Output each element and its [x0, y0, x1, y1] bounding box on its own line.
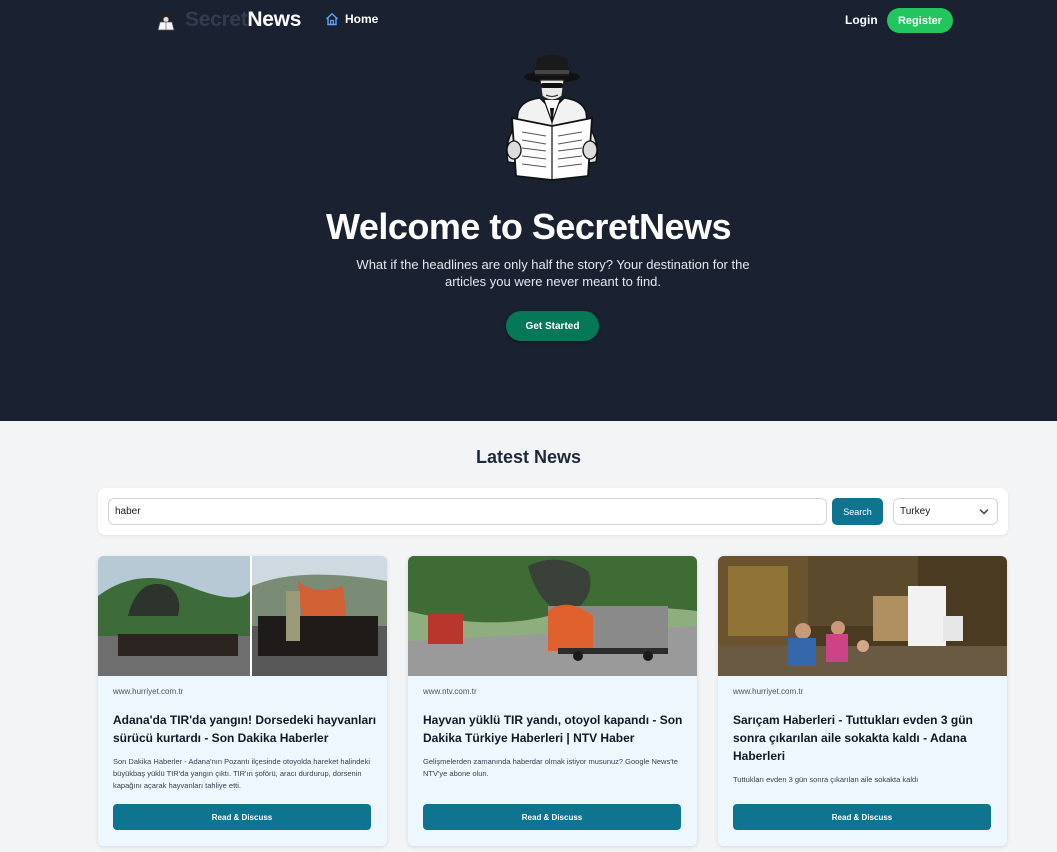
news-thumbnail-image	[98, 556, 387, 676]
spy-newspaper-illustration	[506, 55, 598, 181]
login-link[interactable]: Login	[845, 13, 878, 27]
news-title[interactable]: Sarıçam Haberleri - Tuttukları evden 3 g…	[733, 711, 998, 765]
spy-logo-icon	[157, 13, 175, 31]
home-icon	[326, 13, 338, 26]
news-card-body: www.hurriyet.com.tr Adana'da TIR'da yang…	[98, 676, 387, 846]
hero-section: SecretNews Home Login Register Welcome t…	[0, 0, 1057, 421]
news-card-body: www.hurriyet.com.tr Sarıçam Haberleri - …	[718, 676, 1007, 846]
brand-name-news: News	[247, 8, 302, 31]
news-source: www.ntv.com.tr	[423, 687, 477, 696]
nav-home-link[interactable]: Home	[325, 12, 378, 26]
search-button[interactable]: Search	[832, 498, 883, 525]
news-title[interactable]: Hayvan yüklü TIR yandı, otoyol kapandı -…	[423, 711, 688, 747]
search-bar: Search Turkey	[98, 488, 1008, 535]
news-card: www.hurriyet.com.tr Adana'da TIR'da yang…	[98, 556, 387, 846]
search-input[interactable]	[108, 498, 827, 525]
nav-home-label: Home	[345, 12, 379, 26]
latest-news-heading: Latest News	[475, 447, 582, 467]
country-select[interactable]: Turkey	[893, 498, 998, 525]
read-discuss-button[interactable]: Read & Discuss	[423, 804, 681, 830]
news-source: www.hurriyet.com.tr	[113, 687, 184, 696]
news-title[interactable]: Adana'da TIR'da yangın! Dorsedeki hayvan…	[113, 711, 378, 747]
news-card-body: www.ntv.com.tr Hayvan yüklü TIR yandı, o…	[408, 676, 697, 846]
top-navbar: SecretNews Home Login Register	[0, 0, 1057, 42]
hero-title: Welcome to SecretNews	[326, 206, 732, 247]
read-discuss-button[interactable]: Read & Discuss	[113, 804, 371, 830]
brand-name-secret: Secret	[185, 8, 248, 31]
news-source: www.hurriyet.com.tr	[733, 687, 804, 696]
brand-logo-link[interactable]: SecretNews	[155, 8, 301, 32]
read-discuss-button[interactable]: Read & Discuss	[733, 804, 991, 830]
chevron-down-icon	[979, 509, 989, 515]
country-select-value: Turkey	[900, 506, 931, 517]
news-description: Gelişmelerden zamanında haberdar olmak i…	[423, 757, 678, 778]
news-description: Tuttukları evden 3 gün sonra çıkarılan a…	[733, 775, 919, 784]
news-thumbnail-image	[718, 556, 1007, 676]
news-description: Son Dakika Haberler - Adana'nın Pozantı …	[113, 757, 371, 790]
get-started-button[interactable]: Get Started	[506, 311, 599, 341]
news-thumbnail-image	[408, 556, 697, 676]
news-card: www.hurriyet.com.tr Sarıçam Haberleri - …	[718, 556, 1007, 846]
hero-subtitle: What if the headlines are only half the …	[356, 257, 750, 289]
register-button[interactable]: Register	[887, 8, 953, 33]
news-card: www.ntv.com.tr Hayvan yüklü TIR yandı, o…	[408, 556, 697, 846]
